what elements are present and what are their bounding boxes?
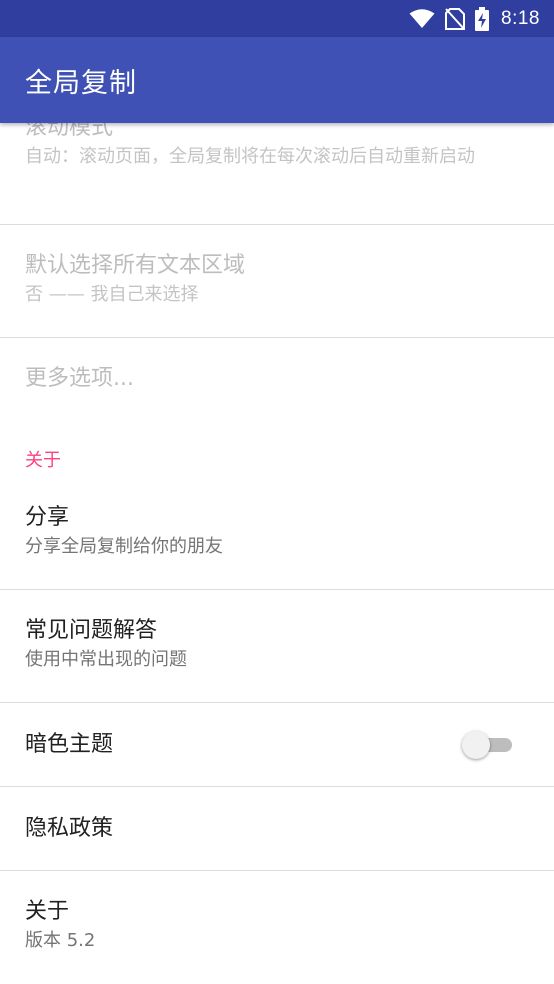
battery-charging-icon [475, 6, 490, 31]
pref-more-options: 更多选项... [0, 364, 554, 394]
pref-dark-theme-title: 暗色主题 [25, 732, 114, 757]
app-bar: 全局复制 [0, 37, 554, 123]
pref-privacy-title: 隐私政策 [25, 816, 114, 841]
pref-share[interactable]: 分享 分享全局复制给你的朋友 [0, 503, 554, 560]
pref-privacy[interactable]: 隐私政策 [0, 814, 554, 844]
no-sim-icon [445, 7, 466, 30]
pref-faq-title: 常见问题解答 [25, 618, 158, 643]
divider [0, 870, 554, 871]
pref-about-title: 关于 [25, 899, 70, 924]
divider [0, 786, 554, 787]
divider [0, 702, 554, 703]
app-title: 全局复制 [25, 67, 137, 99]
pref-more-options-title: 更多选项... [25, 366, 134, 391]
pref-share-summary: 分享全局复制给你的朋友 [25, 536, 223, 557]
pref-scroll-mode: 滚动模式 自动：滚动页面，全局复制将在每次滚动后自动重新启动 [0, 123, 554, 170]
pref-select-all: 默认选择所有文本区域 否 —— 我自己来选择 [0, 251, 554, 308]
pref-share-title: 分享 [25, 505, 70, 530]
switch-thumb [462, 731, 490, 759]
status-bar: 8:18 [0, 0, 554, 37]
preferences-list[interactable]: 滚动模式 自动：滚动页面，全局复制将在每次滚动后自动重新启动 默认选择所有文本区… [0, 123, 554, 984]
divider [0, 589, 554, 590]
dark-theme-switch[interactable] [462, 728, 512, 762]
category-about: 关于 [25, 450, 61, 471]
wifi-icon [409, 8, 435, 29]
divider [0, 224, 554, 225]
status-time: 8:18 [501, 7, 540, 29]
pref-faq[interactable]: 常见问题解答 使用中常出现的问题 [0, 616, 554, 673]
pref-scroll-mode-title: 滚动模式 [25, 123, 114, 140]
pref-about[interactable]: 关于 版本 5.2 [0, 897, 554, 954]
divider [0, 337, 554, 338]
pref-about-summary: 版本 5.2 [25, 930, 96, 951]
pref-select-all-title: 默认选择所有文本区域 [25, 253, 246, 278]
pref-scroll-mode-summary: 自动：滚动页面，全局复制将在每次滚动后自动重新启动 [25, 146, 475, 167]
pref-select-all-summary: 否 —— 我自己来选择 [25, 284, 199, 305]
pref-faq-summary: 使用中常出现的问题 [25, 649, 187, 670]
